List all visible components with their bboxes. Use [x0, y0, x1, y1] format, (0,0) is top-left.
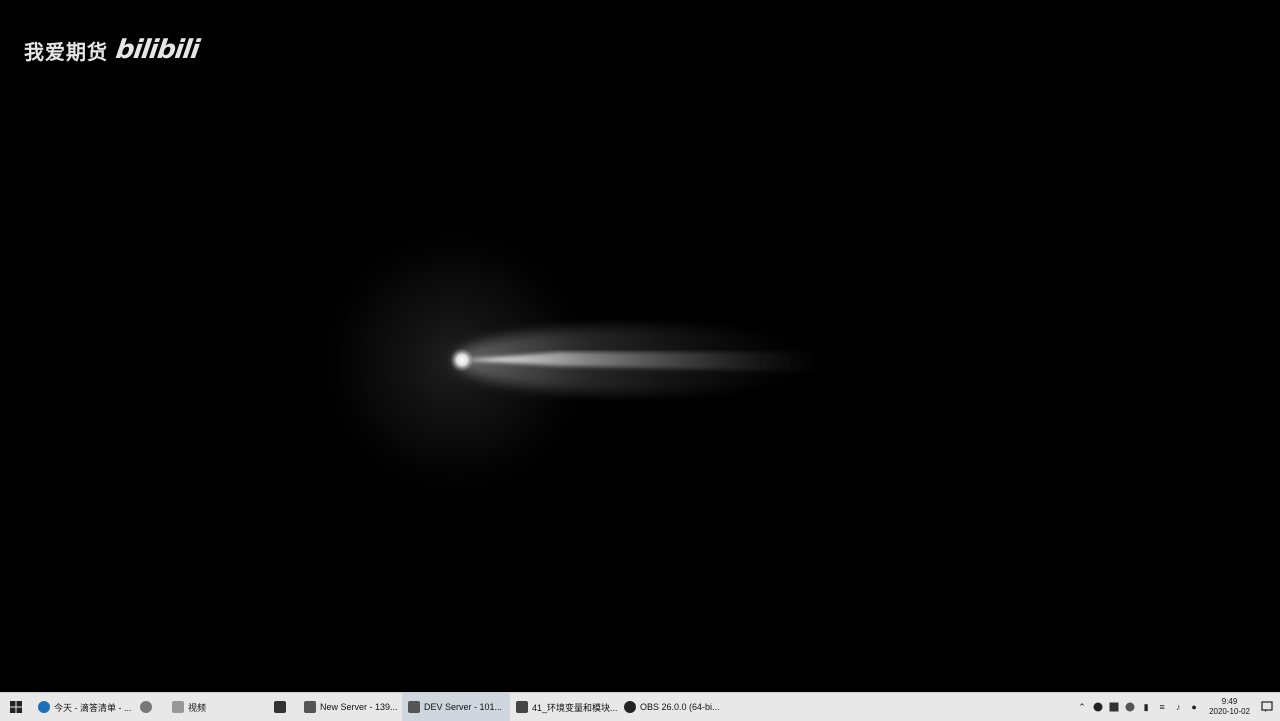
- wechat-icon[interactable]: ●: [1189, 702, 1199, 712]
- windows-logo-icon: [10, 701, 22, 713]
- ticktick-icon: [38, 701, 50, 713]
- taskbar-app-label: 41_环境变量和模块...: [532, 702, 618, 713]
- recording-icon[interactable]: [1093, 702, 1103, 712]
- start-button[interactable]: [0, 693, 32, 721]
- remote-desktop-icon: [304, 701, 316, 713]
- wifi-icon[interactable]: ≡: [1157, 702, 1167, 712]
- taskbar-app-label: 视频: [188, 702, 207, 713]
- battery-icon[interactable]: ▮: [1141, 702, 1151, 712]
- taskbar-app-course[interactable]: 41_环境变量和模块...: [510, 693, 618, 721]
- comet-core: [450, 348, 474, 372]
- taskbar-app-terminal[interactable]: [268, 693, 298, 721]
- taskbar-app-label: 今天 - 滴答清单 - ...: [54, 702, 132, 713]
- windows-taskbar: 今天 - 滴答清单 - ... 视频 New Server - 139... D…: [0, 692, 1280, 721]
- taskbar-app-new-server[interactable]: New Server - 139...: [298, 693, 402, 721]
- show-hidden-icons-chevron-icon[interactable]: ⌃: [1077, 702, 1087, 712]
- taskbar-app-obs[interactable]: OBS 26.0.0 (64-bi...: [618, 693, 722, 721]
- remote-desktop-icon: [408, 701, 420, 713]
- taskbar-clock[interactable]: 9:49 2020-10-02: [1209, 697, 1250, 717]
- system-tray: ⌃ ▮ ≡ ♪ ● 9:49 2020-10-02: [1077, 693, 1280, 721]
- taskbar-app-label: New Server - 139...: [320, 702, 398, 712]
- taskbar-app-cloud[interactable]: [134, 693, 166, 721]
- folder-icon: [172, 701, 184, 713]
- taskbar-app-dev-server[interactable]: DEV Server - 101...: [402, 693, 510, 721]
- comet-animation-canvas: [305, 212, 825, 512]
- volume-icon[interactable]: ♪: [1173, 702, 1183, 712]
- taskbar-app-label: DEV Server - 101...: [424, 702, 503, 712]
- terminal-icon: [274, 701, 286, 713]
- action-center-icon[interactable]: [1260, 700, 1274, 714]
- app-window-icon[interactable]: [1109, 702, 1119, 712]
- clock-date: 2020-10-02: [1209, 707, 1250, 716]
- obs-icon: [624, 701, 636, 713]
- taskbar-app-ticktick[interactable]: 今天 - 滴答清单 - ...: [32, 693, 134, 721]
- taskbar-app-label: OBS 26.0.0 (64-bi...: [640, 702, 720, 712]
- network-icon[interactable]: [1125, 702, 1135, 712]
- taskbar-app-video[interactable]: 视频: [166, 693, 268, 721]
- document-icon: [516, 701, 528, 713]
- clock-time: 9:49: [1221, 697, 1238, 706]
- cloud-icon: [140, 701, 152, 713]
